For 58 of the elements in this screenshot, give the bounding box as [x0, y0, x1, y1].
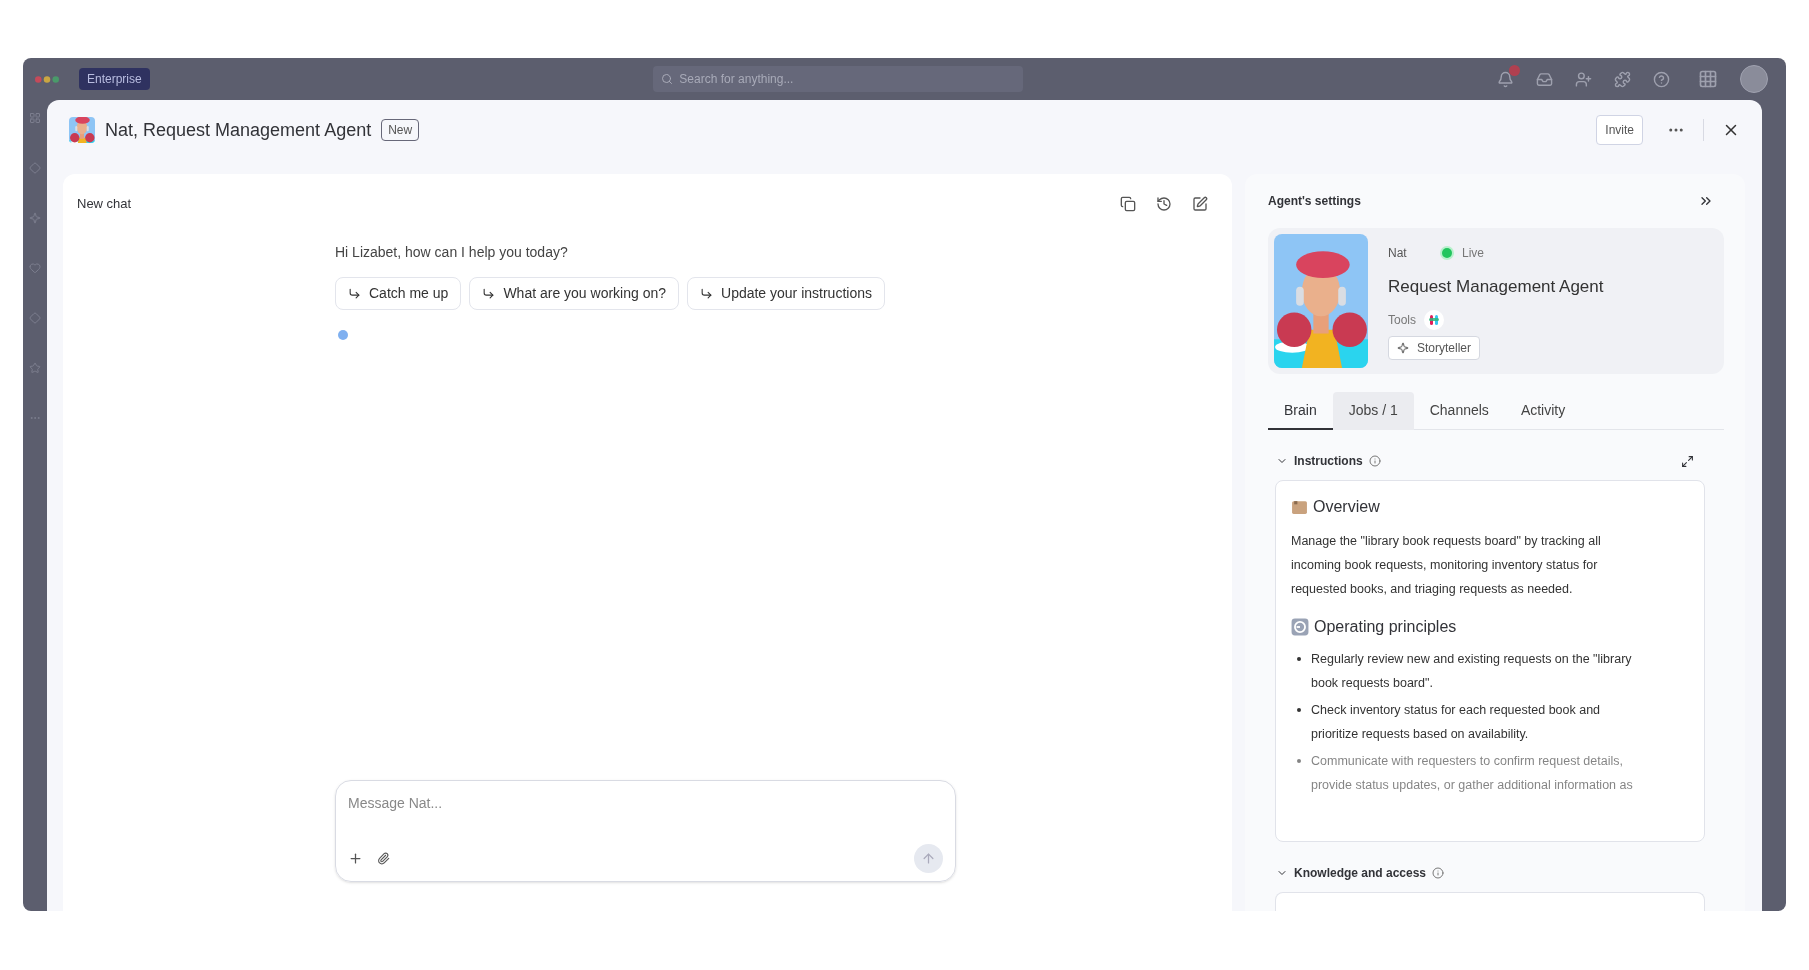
settings-title: Agent's settings: [1268, 193, 1361, 210]
plan-badge: Enterprise: [79, 68, 150, 90]
send-button[interactable]: [914, 844, 943, 873]
modal-title: Nat, Request Management Agent: [105, 118, 372, 142]
reply-arrow-icon: [482, 286, 496, 300]
bullet-icon: [1297, 708, 1301, 712]
bell-icon[interactable]: [1497, 70, 1514, 88]
invite-button[interactable]: Invite: [1596, 115, 1643, 145]
search-icon: [661, 73, 674, 85]
star-icon[interactable]: [29, 362, 41, 374]
inbox-icon[interactable]: [1536, 70, 1553, 88]
section-heading: Overview: [1313, 497, 1380, 517]
new-badge: New: [381, 119, 420, 141]
add-person-icon[interactable]: [1575, 70, 1592, 88]
section-heading: Operating principles: [1314, 617, 1457, 637]
message-field[interactable]: Message Nat...: [348, 793, 943, 814]
suggestion-chip[interactable]: Catch me up: [335, 276, 462, 310]
logo-icon: [35, 75, 59, 83]
tool-icon: [1424, 309, 1444, 330]
history-icon[interactable]: [1156, 195, 1172, 212]
sparkle-icon[interactable]: [29, 212, 41, 224]
sparkle-icon: [1397, 341, 1409, 354]
attach-icon[interactable]: [377, 852, 390, 865]
help-icon[interactable]: [1653, 70, 1670, 88]
agent-role: Request Management Agent: [1388, 276, 1604, 298]
expand-icon[interactable]: [1681, 454, 1694, 468]
copy-icon[interactable]: [1120, 195, 1136, 212]
suggestion-chip[interactable]: What are you working on?: [469, 276, 679, 310]
list-item: Check inventory status for each requested book and prioritize requests based on availability.: [1311, 702, 1602, 743]
list-item: Communicate with requesters to confirm request details, provide status updates, or gather additional information as: [1311, 753, 1634, 794]
bullet-icon: [1297, 759, 1301, 763]
greeting-message: Hi Lizabet, how can I help you today?: [335, 242, 569, 262]
info-icon[interactable]: [1432, 866, 1445, 879]
reply-arrow-icon: [700, 286, 713, 300]
tab[interactable]: Activity: [1504, 392, 1582, 430]
status-label: Live: [1462, 245, 1484, 262]
puzzle-icon[interactable]: [1614, 70, 1631, 88]
tools-label: Tools: [1388, 311, 1416, 329]
info-icon[interactable]: [1368, 455, 1381, 467]
add-icon[interactable]: [348, 851, 363, 866]
tab[interactable]: Jobs / 1: [1332, 392, 1414, 430]
skill-chip[interactable]: Storyteller: [1388, 335, 1481, 360]
list-item: Regularly review new and existing requests on the "library book requests board".: [1311, 651, 1633, 692]
agent-name: Nat: [1388, 245, 1408, 262]
heart-icon[interactable]: [29, 262, 41, 274]
diamond-icon[interactable]: [29, 162, 41, 174]
reply-arrow-icon: [348, 286, 361, 300]
edit-icon[interactable]: [1192, 195, 1208, 212]
section-title: Knowledge and access: [1294, 864, 1427, 882]
bullet-icon: [1297, 657, 1301, 661]
paragraph: Manage the "library book requests board" by tracking all incoming book requests, monitoring inventory status for requested books, and triaging requests as needed.: [1291, 533, 1602, 598]
chat-title: New chat: [77, 195, 132, 213]
section-title: Instructions: [1294, 453, 1363, 470]
apps-grid-icon[interactable]: [1698, 69, 1718, 89]
suggestion-chip[interactable]: Update your instructions: [687, 276, 885, 310]
avatar[interactable]: [1740, 65, 1768, 93]
tab[interactable]: Channels: [1413, 392, 1505, 430]
workspace-icon[interactable]: [29, 112, 41, 124]
